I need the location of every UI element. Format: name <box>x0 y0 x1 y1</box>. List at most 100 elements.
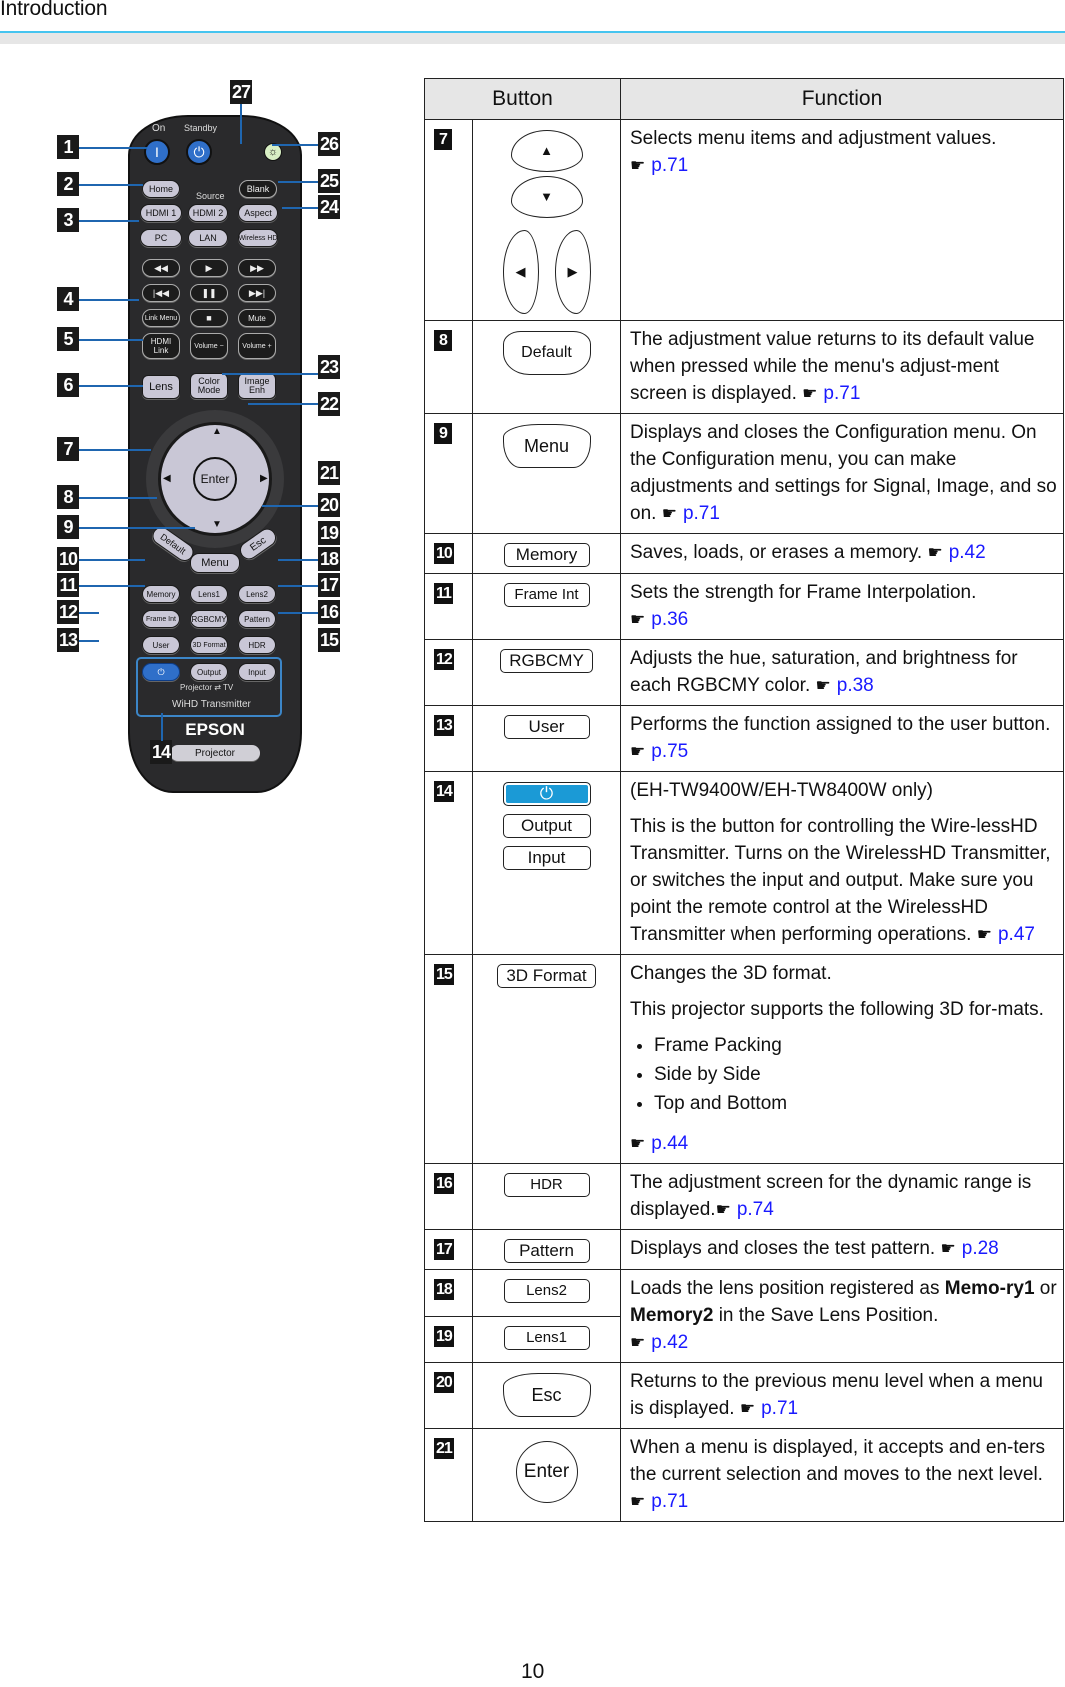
page-reference-link[interactable]: p.44 <box>651 1133 688 1154</box>
play-button[interactable]: ▶ <box>190 259 228 277</box>
callout-line <box>222 373 318 375</box>
on-button[interactable]: I <box>144 139 170 165</box>
down-key-icon: ▼ <box>510 176 583 218</box>
row-number-badge: 14 <box>434 781 454 802</box>
page-number: 10 <box>521 1660 545 1683</box>
right-arrow-icon[interactable]: ▶ <box>260 473 268 484</box>
lens-button[interactable]: Lens <box>142 375 180 399</box>
image-enh-button[interactable]: Image Enh <box>238 373 276 399</box>
page-reference-link[interactable]: p.47 <box>998 924 1035 945</box>
menu-button[interactable]: Menu <box>190 553 240 573</box>
row-number-badge: 21 <box>434 1438 454 1459</box>
page-reference-link[interactable]: p.36 <box>651 609 688 630</box>
lan-button[interactable]: LAN <box>188 229 228 247</box>
function-text: Performs the function assigned to the us… <box>630 714 1051 735</box>
output-button[interactable]: Output <box>190 663 228 681</box>
reference-hand-icon: ☛ <box>630 1333 646 1352</box>
hdmi2-button[interactable]: HDMI 2 <box>188 204 228 222</box>
page-reference-link[interactable]: p.71 <box>683 503 720 524</box>
callout-line <box>79 449 151 451</box>
enter-button[interactable]: Enter <box>193 457 237 501</box>
pc-button[interactable]: PC <box>140 229 182 247</box>
wireless-hd-button[interactable]: Wireless HD <box>238 229 278 247</box>
header-band <box>0 33 1065 44</box>
page-reference-link[interactable]: p.71 <box>823 383 860 404</box>
column-header-function: Function <box>620 78 1064 120</box>
stop-button[interactable]: ■ <box>190 309 228 327</box>
volume-down-button[interactable]: Volume − <box>190 333 228 359</box>
home-button[interactable]: Home <box>142 180 180 198</box>
3d-format-button[interactable]: 3D Format <box>190 636 228 654</box>
input-button[interactable]: Input <box>238 663 276 681</box>
blank-button[interactable]: Blank <box>239 180 277 198</box>
rewind-button[interactable]: ◀◀ <box>142 259 180 277</box>
brand-logo: EPSON <box>185 720 245 739</box>
previous-button[interactable]: |◀◀ <box>142 284 180 302</box>
callout-19: 19 <box>318 521 340 545</box>
page-reference-link[interactable]: p.71 <box>761 1398 798 1419</box>
callout-11: 11 <box>57 573 79 597</box>
next-button[interactable]: ▶▶| <box>238 284 276 302</box>
page-reference-link[interactable]: p.42 <box>949 542 986 563</box>
function-text: in the Save Lens Position. <box>713 1305 939 1326</box>
color-mode-button[interactable]: Color Mode <box>190 373 228 399</box>
hdr-button[interactable]: HDR <box>238 636 276 654</box>
mute-button[interactable]: Mute <box>238 309 276 327</box>
reference-hand-icon: ☛ <box>739 1399 756 1418</box>
list-item: Top and Bottom <box>654 1089 1057 1118</box>
light-icon: ☼ <box>267 146 279 158</box>
standby-button[interactable]: ⏻ <box>186 139 212 165</box>
lens1-key-icon: Lens1 <box>503 1325 590 1350</box>
callout-8: 8 <box>57 485 79 509</box>
page-reference-link[interactable]: p.42 <box>651 1332 688 1353</box>
row-number-badge: 20 <box>434 1372 454 1393</box>
3d-format-key-icon: 3D Format <box>497 964 596 988</box>
pause-button[interactable]: ❚❚ <box>190 284 228 302</box>
callout-line <box>79 184 143 186</box>
link-menu-button[interactable]: Link Menu <box>142 309 180 327</box>
up-arrow-icon[interactable]: ▲ <box>212 426 222 437</box>
lens2-button[interactable]: Lens2 <box>238 585 276 603</box>
callout-line <box>79 559 145 561</box>
hdmi-link-button[interactable]: HDMI Link <box>142 333 180 359</box>
hdmi1-button[interactable]: HDMI 1 <box>140 204 182 222</box>
page-reference-link[interactable]: p.71 <box>651 1491 688 1512</box>
page-reference-link[interactable]: p.38 <box>837 675 874 696</box>
reference-hand-icon: ☛ <box>630 610 646 629</box>
reference-hand-icon: ☛ <box>630 1134 646 1153</box>
table-row: 20 Esc Returns to the previous menu leve… <box>424 1362 1064 1429</box>
function-text: Sets the strength for Frame Interpolatio… <box>630 582 977 603</box>
page-reference-link[interactable]: p.75 <box>651 741 688 762</box>
power-icon: ⏻ <box>157 666 165 677</box>
frame-int-button[interactable]: Frame Int <box>142 610 180 628</box>
page-reference-link[interactable]: p.71 <box>651 155 688 176</box>
down-arrow-icon[interactable]: ▼ <box>212 519 222 530</box>
callout-line <box>272 144 318 146</box>
table-row: 16 HDR The adjustment screen for the dyn… <box>424 1163 1064 1230</box>
table-row: 14 ⏻ Output Input (EH-TW9400W/EH-TW8400W… <box>424 771 1064 955</box>
reference-hand-icon: ☛ <box>630 1492 646 1511</box>
callout-line <box>161 713 163 741</box>
row-number-badge: 19 <box>434 1325 454 1347</box>
callout-25: 25 <box>318 169 340 193</box>
function-text: Returns to the previous menu level when … <box>630 1371 1043 1419</box>
rgbcmy-button[interactable]: RGBCMY <box>190 610 228 628</box>
table-row: 7 ▲ ▼ ◀ ▶ Selects menu items and adjustme… <box>424 119 1064 321</box>
page-reference-link[interactable]: p.74 <box>737 1199 774 1220</box>
wihd-power-button[interactable]: ⏻ <box>142 663 180 681</box>
user-button[interactable]: User <box>142 636 180 654</box>
fast-forward-button[interactable]: ▶▶ <box>238 259 276 277</box>
left-arrow-icon[interactable]: ◀ <box>163 473 171 484</box>
lens1-button[interactable]: Lens1 <box>190 585 228 603</box>
row-number-badge: 17 <box>434 1239 454 1260</box>
row-number-badge: 13 <box>434 715 454 736</box>
user-key-icon: User <box>503 715 590 739</box>
page-reference-link[interactable]: p.28 <box>962 1238 999 1259</box>
list-item: Side by Side <box>654 1060 1057 1089</box>
volume-up-button[interactable]: Volume + <box>238 333 276 359</box>
memory-button[interactable]: Memory <box>142 585 180 603</box>
function-text: Displays and closes the test pattern. <box>630 1238 936 1259</box>
aspect-button[interactable]: Aspect <box>238 204 278 222</box>
button-function-table: Button Function 7 ▲ ▼ ◀ ▶ Selects menu it… <box>424 78 1064 1522</box>
pattern-button[interactable]: Pattern <box>238 610 276 628</box>
